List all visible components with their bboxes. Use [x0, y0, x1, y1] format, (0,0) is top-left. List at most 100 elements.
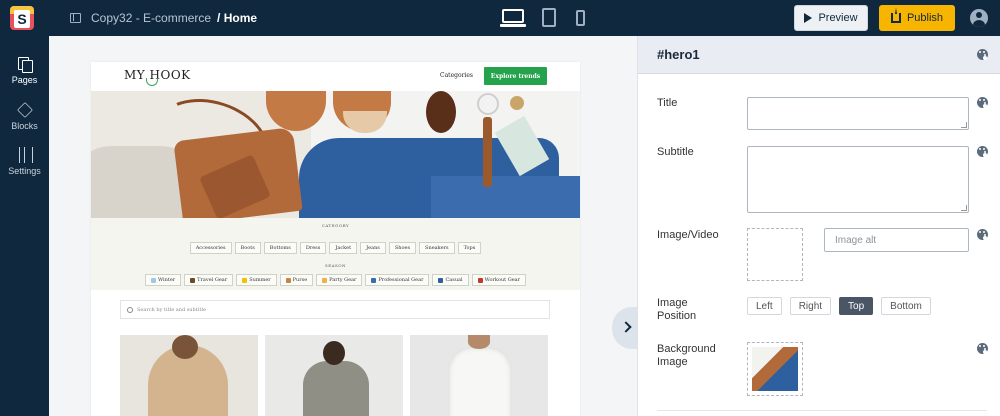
- image-alt-field[interactable]: Image alt: [824, 228, 969, 252]
- panel-header: #hero1: [638, 36, 1000, 74]
- collapse-panel-button[interactable]: [612, 307, 638, 349]
- hero-watch-face: [477, 93, 499, 115]
- preview-label: Preview: [818, 12, 858, 24]
- sidebar-item-label: Blocks: [11, 121, 38, 131]
- briefcase-icon: [371, 277, 377, 283]
- image-position-label: Image Position: [657, 297, 697, 322]
- product-image-coat: [303, 361, 369, 416]
- phone-icon[interactable]: [576, 10, 585, 26]
- breadcrumb: Copy32 - E-commerce / Home: [70, 11, 257, 25]
- chip-season[interactable]: Workout Gear: [471, 274, 527, 286]
- chip-category[interactable]: Jeans: [360, 242, 386, 254]
- app-logo[interactable]: S: [10, 6, 34, 30]
- chip-season[interactable]: Professional Gear: [365, 274, 430, 286]
- chip-category[interactable]: Bottoms: [263, 242, 297, 254]
- season-heading: SEASON: [324, 263, 347, 268]
- chip-category[interactable]: Dress: [299, 242, 327, 254]
- chip-season-label: Travel Gear: [197, 277, 228, 283]
- product-card[interactable]: [410, 335, 548, 416]
- chip-season[interactable]: Travel Gear: [184, 274, 234, 286]
- filter-section: CATEGORY Accessories Boots Bottoms Dress…: [91, 218, 580, 290]
- palette-icon[interactable]: [977, 97, 988, 108]
- background-image-label: Background Image: [657, 343, 716, 368]
- sidebar-item-settings[interactable]: Settings: [0, 147, 49, 176]
- image-upload-dropzone[interactable]: [747, 228, 803, 281]
- jeans-icon: [438, 277, 444, 283]
- hero-coin: [510, 96, 524, 110]
- palette-icon[interactable]: [977, 229, 988, 240]
- position-top-button[interactable]: Top: [839, 297, 874, 315]
- page-preview-canvas: MY HOOK Categories Explore trends CATEGO…: [91, 62, 580, 416]
- season-chips: Winter Travel Gear Summer Purse Party Ge…: [91, 274, 580, 286]
- explore-trends-button[interactable]: Explore trends: [484, 67, 547, 85]
- chip-category[interactable]: Sneakers: [419, 242, 455, 254]
- chip-season-label: Professional Gear: [378, 277, 424, 283]
- category-chips: Accessories Boots Bottoms Dress Jacket J…: [91, 242, 580, 254]
- subtitle-label: Subtitle: [657, 146, 694, 158]
- product-image-model: [172, 335, 198, 359]
- image-position-options: Left Right Top Bottom: [747, 297, 931, 315]
- purse-icon: [285, 277, 291, 283]
- palette-icon[interactable]: [977, 343, 988, 354]
- hero-jeans-leg: [431, 176, 580, 218]
- chip-category[interactable]: Shoes: [388, 242, 417, 254]
- upload-icon: [890, 8, 901, 23]
- position-left-button[interactable]: Left: [747, 297, 782, 315]
- palette-icon[interactable]: [977, 146, 988, 157]
- sidebar-item-blocks[interactable]: Blocks: [0, 102, 49, 131]
- chip-category[interactable]: Jacket: [329, 242, 358, 254]
- sidebar: Pages Blocks Settings: [0, 36, 49, 416]
- product-grid: [120, 335, 550, 416]
- properties-panel: #hero1 Title Subtitle Image/Video Image …: [637, 36, 1000, 416]
- preview-button[interactable]: Preview: [794, 5, 868, 31]
- title-field[interactable]: [747, 97, 969, 130]
- chip-season[interactable]: Winter: [144, 274, 182, 286]
- top-bar: S Copy32 - E-commerce / Home Preview Pub…: [0, 0, 1000, 36]
- palette-icon[interactable]: [977, 49, 988, 60]
- background-image-thumbnail[interactable]: [747, 342, 803, 396]
- product-image-shirt: [448, 347, 512, 416]
- dumbbell-icon: [477, 277, 483, 283]
- blocks-icon: [16, 102, 33, 118]
- product-image-model: [468, 335, 490, 349]
- tablet-icon[interactable]: [542, 8, 556, 27]
- site-search-input[interactable]: Search by title and subtitle: [120, 300, 550, 319]
- luggage-icon: [190, 277, 196, 283]
- divider: [657, 410, 987, 411]
- publish-button[interactable]: Publish: [879, 5, 955, 31]
- layout-icon: [70, 13, 81, 23]
- subtitle-field[interactable]: [747, 146, 969, 213]
- chip-season-label: Workout Gear: [484, 277, 521, 283]
- product-card[interactable]: [265, 335, 403, 416]
- product-image-model: [323, 341, 345, 365]
- user-avatar-icon[interactable]: [970, 9, 988, 27]
- chip-season-label: Casual: [445, 277, 463, 283]
- position-right-button[interactable]: Right: [789, 297, 832, 315]
- image-video-label: Image/Video: [657, 229, 719, 241]
- site-nav-categories[interactable]: Categories: [440, 72, 473, 79]
- product-card[interactable]: [120, 335, 258, 416]
- hero-image[interactable]: [91, 91, 580, 218]
- sidebar-item-label: Pages: [11, 75, 38, 85]
- chip-season[interactable]: Casual: [432, 274, 469, 286]
- chip-season[interactable]: Party Gear: [316, 274, 363, 286]
- chip-category[interactable]: Accessories: [189, 242, 232, 254]
- position-bottom-button[interactable]: Bottom: [881, 297, 931, 315]
- chip-season-label: Purse: [292, 277, 308, 283]
- chip-category[interactable]: Tops: [457, 242, 482, 254]
- breadcrumb-project[interactable]: Copy32 - E-commerce: [91, 11, 211, 25]
- sidebar-item-label: Settings: [8, 166, 41, 176]
- publish-label: Publish: [906, 12, 944, 24]
- breadcrumb-page: / Home: [217, 11, 258, 25]
- panel-title: #hero1: [657, 47, 700, 62]
- chip-category[interactable]: Boots: [234, 242, 261, 254]
- logo-letter: S: [14, 10, 30, 28]
- search-icon: [127, 306, 133, 313]
- chip-season[interactable]: Purse: [279, 274, 314, 286]
- desktop-icon[interactable]: [500, 9, 526, 27]
- party-icon: [322, 277, 328, 283]
- play-icon: [804, 13, 813, 23]
- chip-season[interactable]: Summer: [236, 274, 277, 286]
- chip-season-label: Summer: [249, 277, 271, 283]
- sidebar-item-pages[interactable]: Pages: [0, 56, 49, 85]
